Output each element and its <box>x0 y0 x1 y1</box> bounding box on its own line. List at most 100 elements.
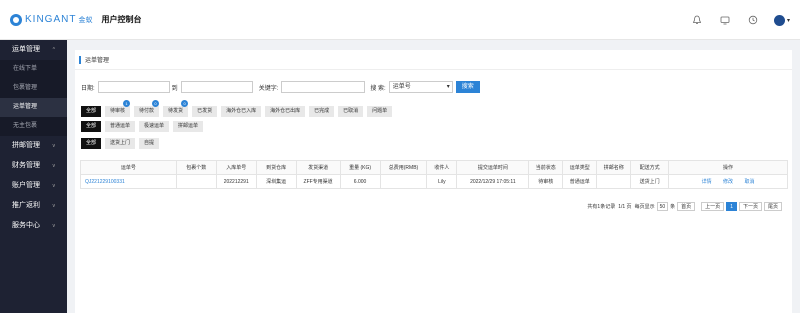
date-end-input[interactable] <box>180 81 253 93</box>
chevron-down-icon[interactable]: ▾ <box>787 17 790 24</box>
col-header: 到货仓库 <box>255 160 297 175</box>
col-header: 提交运单时间 <box>456 160 530 175</box>
bell-icon[interactable] <box>692 15 702 25</box>
prev-page-button[interactable]: 上一页 <box>701 202 725 211</box>
sidebar-item-online-order[interactable]: 在线下单 <box>0 60 67 79</box>
sidebar-group-label: 推广返利 <box>12 202 40 209</box>
type-tabs: 全部 普通运单 极速运单 拼邮运单 <box>81 121 207 132</box>
brand-logo[interactable]: KINGANT 金蚁 <box>10 13 92 26</box>
tab-status-overseas-outbound[interactable]: 海外仓已出库 <box>265 106 306 117</box>
table-row: QJ221229100331 202212291 深圳集运 ZFF专用渠道 6.… <box>80 174 788 189</box>
tab-delivery-pickup[interactable]: 自提 <box>139 138 160 149</box>
cell-package-count <box>175 174 217 189</box>
tab-status-cancelled[interactable]: 已取消 <box>338 106 364 117</box>
sidebar-group-waybill[interactable]: 运单管理 ^ <box>0 40 67 60</box>
sidebar-group-label: 运单管理 <box>12 46 40 53</box>
edit-link[interactable]: 修改 <box>723 179 733 185</box>
chevron-down-icon: v <box>52 183 56 189</box>
col-header: 入库单号 <box>215 160 257 175</box>
page-title: 运单管理 <box>85 58 110 64</box>
title-accent-bar <box>79 55 81 64</box>
tab-status-all[interactable]: 全部 <box>81 106 102 117</box>
sidebar-group-label: 财务管理 <box>12 162 40 169</box>
tab-type-regular[interactable]: 普通运单 <box>105 121 136 132</box>
count-badge: 0 <box>181 100 189 107</box>
sidebar-group-label: 服务中心 <box>12 222 40 229</box>
detail-link[interactable]: 详情 <box>702 179 712 185</box>
tab-status-pending-review[interactable]: 待审核 1 <box>105 100 131 117</box>
date-start-input[interactable] <box>97 81 170 93</box>
next-page-button[interactable]: 下一页 <box>738 202 762 211</box>
per-page-unit: 条 <box>670 204 676 210</box>
top-header: KINGANT 金蚁 用户控制台 ▾ <box>0 0 800 40</box>
date-label: 日期: <box>81 85 95 92</box>
tab-type-all[interactable]: 全部 <box>81 121 102 132</box>
user-avatar[interactable] <box>773 14 785 26</box>
sidebar-item-unclaimed-packages[interactable]: 无主包裹 <box>0 117 67 136</box>
cell-group-name <box>596 174 632 189</box>
logo-text: KINGANT <box>25 14 77 25</box>
sidebar-item-waybill-management[interactable]: 运单管理 <box>0 98 67 117</box>
tab-status-pending-payment[interactable]: 待付款 0 <box>134 100 160 117</box>
sidebar-item-package-management[interactable]: 包裹管理 <box>0 79 67 98</box>
tab-label: 待发货 <box>168 108 184 114</box>
tab-type-group[interactable]: 拼邮运单 <box>173 121 204 132</box>
cell-submit-time: 2022/12/29 17:05:11 <box>456 174 530 189</box>
col-header: 运单类型 <box>562 160 598 175</box>
tab-status-overseas-inbound[interactable]: 海外仓已入库 <box>221 106 262 117</box>
chevron-up-icon: ^ <box>52 47 55 53</box>
count-badge: 1 <box>123 100 131 107</box>
tab-delivery-door[interactable]: 送货上门 <box>105 138 136 149</box>
sidebar-group-label: 拼邮管理 <box>12 142 40 149</box>
col-header: 发货渠道 <box>295 160 341 175</box>
record-summary: 共有1条记录 <box>587 204 616 210</box>
page-info: 1/1 页 <box>618 204 632 210</box>
cell-inbound-no: 202212291 <box>215 174 257 189</box>
col-header: 配送方式 <box>630 160 670 175</box>
cell-type: 普通运单 <box>562 174 598 189</box>
col-header: 运单号 <box>80 160 177 175</box>
keyword-label: 关键字: <box>258 85 279 92</box>
tab-delivery-all[interactable]: 全部 <box>81 138 102 149</box>
chevron-down-icon: v <box>52 143 56 149</box>
search-field-select[interactable]: 运单号 ▾ <box>388 81 453 93</box>
chevron-down-icon: ▾ <box>446 84 450 90</box>
page-number-current[interactable]: 1 <box>726 202 737 211</box>
sidebar-group-referral[interactable]: 推广返利 v <box>0 196 67 216</box>
tab-status-pending-shipment[interactable]: 待发货 0 <box>163 100 189 117</box>
last-page-button[interactable]: 尾页 <box>763 202 782 211</box>
cancel-link[interactable]: 取消 <box>744 179 754 185</box>
per-page-input[interactable]: 50 <box>656 202 669 211</box>
keyword-input[interactable] <box>281 81 366 93</box>
tab-status-problem[interactable]: 问题单 <box>367 106 393 117</box>
order-no-link[interactable]: QJ221229100331 <box>80 174 177 189</box>
tab-status-shipped[interactable]: 已发货 <box>192 106 218 117</box>
main-panel: 运单管理 日期: 到 关键字: 搜 索: 运单号 ▾ 搜索 全部 待审核 1 待付… <box>75 50 792 313</box>
tab-type-express[interactable]: 极速运单 <box>139 121 170 132</box>
sidebar-group-label: 账户管理 <box>12 182 40 189</box>
col-header: 重量 (KG) <box>339 160 381 175</box>
chevron-down-icon: v <box>52 223 56 229</box>
cell-weight: 6.000 <box>339 174 381 189</box>
breadcrumb: 运单管理 <box>75 50 792 70</box>
sidebar-group-finance[interactable]: 财务管理 v <box>0 156 67 176</box>
clock-icon[interactable] <box>748 15 758 25</box>
first-page-button[interactable]: 首页 <box>677 202 696 211</box>
cell-total-fee <box>379 174 428 189</box>
sidebar-group-service[interactable]: 服务中心 v <box>0 216 67 236</box>
chevron-down-icon: v <box>52 203 56 209</box>
tab-label: 待付款 <box>139 108 155 114</box>
sidebar: 运单管理 ^ 在线下单 包裹管理 运单管理 无主包裹 拼邮管理 v 财务管理 v… <box>0 40 67 313</box>
logo-mark-icon <box>10 13 22 26</box>
search-button[interactable]: 搜索 <box>455 81 480 93</box>
waybill-table: 运单号 包裹个数 入库单号 到货仓库 发货渠道 重量 (KG) 总费用(RMB)… <box>80 160 788 189</box>
count-badge: 0 <box>152 100 160 107</box>
monitor-icon[interactable] <box>720 15 730 25</box>
col-header: 操作 <box>668 160 788 175</box>
search-field-value: 运单号 <box>392 84 411 90</box>
sidebar-group-group-shipping[interactable]: 拼邮管理 v <box>0 136 67 156</box>
cell-channel: ZFF专用渠道 <box>295 174 341 189</box>
sidebar-group-account[interactable]: 账户管理 v <box>0 176 67 196</box>
delivery-tabs: 全部 送货上门 自提 <box>81 138 163 149</box>
tab-status-completed[interactable]: 已完成 <box>309 106 335 117</box>
